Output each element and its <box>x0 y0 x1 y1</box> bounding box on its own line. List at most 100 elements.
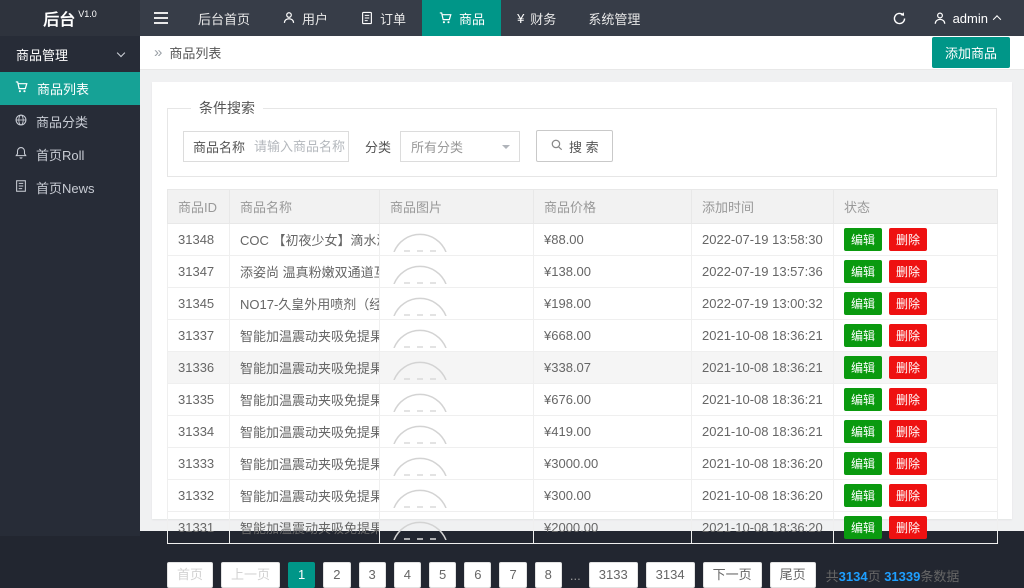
cell-product-price: ¥668.00 <box>533 319 692 352</box>
pager-last-button[interactable]: 尾页 <box>769 562 816 588</box>
sidebar-item-goods-category[interactable]: 商品分类 <box>0 105 140 138</box>
cell-product-image <box>379 415 534 448</box>
cell-product-image <box>379 511 534 544</box>
edit-button[interactable]: 编辑 <box>844 356 883 379</box>
edit-button[interactable]: 编辑 <box>844 388 883 411</box>
search-icon <box>550 138 564 155</box>
table-header-cell: 商品名称 <box>229 189 380 224</box>
table-row: 31332智能加温震动夹吸免提果儿飞机杯 ¥300.002021-10-08 1… <box>167 479 998 512</box>
sidebar-item-home-roll[interactable]: 首页Roll <box>0 138 140 171</box>
cell-status: 编辑 删除 <box>833 383 998 416</box>
delete-button[interactable]: 删除 <box>889 484 928 507</box>
page-button-3[interactable]: 3 <box>358 562 386 588</box>
table-header-cell: 商品图片 <box>379 189 534 224</box>
sidebar-group-goods[interactable]: 商品管理 <box>0 36 140 72</box>
cell-add-time: 2022-07-19 13:58:30 <box>691 223 834 256</box>
page-button-2[interactable]: 2 <box>323 562 351 588</box>
delete-button[interactable]: 删除 <box>889 228 928 251</box>
broken-image-placeholder <box>393 361 447 380</box>
cell-add-time: 2021-10-08 18:36:20 <box>691 511 834 544</box>
delete-button[interactable]: 删除 <box>889 420 928 443</box>
page-button-3133[interactable]: 3133 <box>588 562 638 588</box>
globe-icon <box>14 113 28 130</box>
product-name-input[interactable] <box>254 131 348 161</box>
search-button[interactable]: 搜 索 <box>536 130 613 162</box>
edit-button[interactable]: 编辑 <box>844 452 883 475</box>
edit-button[interactable]: 编辑 <box>844 324 883 347</box>
edit-button[interactable]: 编辑 <box>844 228 883 251</box>
table-header-row: 商品ID 商品名称 商品图片 商品价格 添加时间 状态 <box>167 189 998 224</box>
goods-icon <box>438 11 453 25</box>
table-row: 31337智能加温震动夹吸免提果儿飞机杯 ¥668.002021-10-08 1… <box>167 319 998 352</box>
cell-product-price: ¥198.00 <box>533 287 692 320</box>
cell-product-price: ¥338.07 <box>533 351 692 384</box>
nav-item-finance[interactable]: ¥ 财务 <box>501 0 572 36</box>
page-button-4[interactable]: 4 <box>393 562 421 588</box>
delete-button[interactable]: 删除 <box>889 452 928 475</box>
table-row: 31347添姿尚 温真粉嫩双通道互动发音... ¥138.002022-07-1… <box>167 255 998 288</box>
page-button-6[interactable]: 6 <box>464 562 492 588</box>
page-button-8[interactable]: 8 <box>534 562 562 588</box>
cell-add-time: 2021-10-08 18:36:20 <box>691 447 834 480</box>
delete-button[interactable]: 删除 <box>889 260 928 283</box>
table-row: 31334智能加温震动夹吸免提果儿飞机杯 ¥419.002021-10-08 1… <box>167 415 998 448</box>
table-row: 31336智能加温震动夹吸免提果儿飞机杯 ¥338.072021-10-08 1… <box>167 351 998 384</box>
cart-icon <box>14 80 29 97</box>
nav-item-system[interactable]: 系统管理 <box>572 0 656 36</box>
cell-product-id: 31334 <box>167 415 230 448</box>
page-button-1[interactable]: 1 <box>288 562 316 588</box>
add-product-button[interactable]: 添加商品 <box>931 37 1010 68</box>
sidebar-item-label: 商品分类 <box>36 115 89 130</box>
nav-item-goods[interactable]: 商品 <box>422 0 502 36</box>
table-body: 31348COC 【初夜少女】滴水润滑锁精... ¥88.002022-07-1… <box>167 223 998 544</box>
cell-product-name: COC 【初夜少女】滴水润滑锁精... <box>229 223 380 256</box>
search-legend: 条件搜索 <box>199 100 255 116</box>
cell-product-image <box>379 287 534 320</box>
app-title: 后台 <box>43 12 76 29</box>
nav-item-label: 订单 <box>380 11 407 27</box>
pager-summary: 共3134页 31339条数据 <box>825 568 960 584</box>
cell-product-price: ¥138.00 <box>533 255 692 288</box>
delete-button[interactable]: 删除 <box>889 356 928 379</box>
search-fieldset: 条件搜索 商品名称 分类 所有分类 搜 索 <box>167 98 997 177</box>
edit-button[interactable]: 编辑 <box>844 292 883 315</box>
refresh-button[interactable] <box>876 0 923 36</box>
edit-button[interactable]: 编辑 <box>844 484 883 507</box>
pager-next-button[interactable]: 下一页 <box>702 562 762 588</box>
cell-add-time: 2022-07-19 13:00:32 <box>691 287 834 320</box>
page-button-7[interactable]: 7 <box>499 562 527 588</box>
admin-menu[interactable]: admin <box>923 11 1010 26</box>
page-button-5[interactable]: 5 <box>428 562 457 588</box>
edit-button[interactable]: 编辑 <box>844 420 883 443</box>
nav-item-orders[interactable]: 订单 <box>344 0 422 36</box>
delete-button[interactable]: 删除 <box>889 324 928 347</box>
product-name-field: 商品名称 <box>183 130 349 162</box>
broken-image-placeholder <box>393 265 447 284</box>
category-label: 分类 <box>365 139 392 155</box>
nav-item-home[interactable]: 后台首页 <box>182 0 266 36</box>
sidebar-item-goods-list[interactable]: 商品列表 <box>0 72 140 105</box>
cell-product-price: ¥419.00 <box>533 415 692 448</box>
total-pages-count: 3134 <box>838 568 868 584</box>
edit-button[interactable]: 编辑 <box>844 260 883 283</box>
cell-product-name: 智能加温震动夹吸免提果儿飞机杯 <box>229 319 380 352</box>
app-logo[interactable]: 后台 V1.0 <box>0 0 140 36</box>
product-table: 商品ID 商品名称 商品图片 商品价格 添加时间 状态 31348 COC 【初夜少女】滴水… <box>167 189 998 544</box>
cell-add-time: 2022-07-19 13:57:36 <box>691 255 834 288</box>
search-button-label: 搜 索 <box>569 139 599 155</box>
select-caret-icon <box>502 144 511 153</box>
nav-item-users[interactable]: 用户 <box>266 0 344 36</box>
category-select[interactable]: 所有分类 <box>400 130 521 162</box>
cell-product-image <box>379 447 534 480</box>
table-header-cell: 商品ID <box>167 189 230 224</box>
page-button-3134[interactable]: 3134 <box>645 562 695 588</box>
menu-toggle-icon[interactable] <box>140 0 182 36</box>
delete-button[interactable]: 删除 <box>889 388 928 411</box>
breadcrumb-bar: » 商品列表 添加商品 <box>140 36 1024 70</box>
cell-add-time: 2021-10-08 18:36:21 <box>691 319 834 352</box>
sidebar-item-home-news[interactable]: 首页News <box>0 171 140 204</box>
cell-product-name: 智能加温震动夹吸免提果儿飞机杯 <box>229 447 380 480</box>
cell-product-image <box>379 255 534 288</box>
delete-button[interactable]: 删除 <box>889 292 928 315</box>
product-name-label: 商品名称 <box>193 139 246 155</box>
